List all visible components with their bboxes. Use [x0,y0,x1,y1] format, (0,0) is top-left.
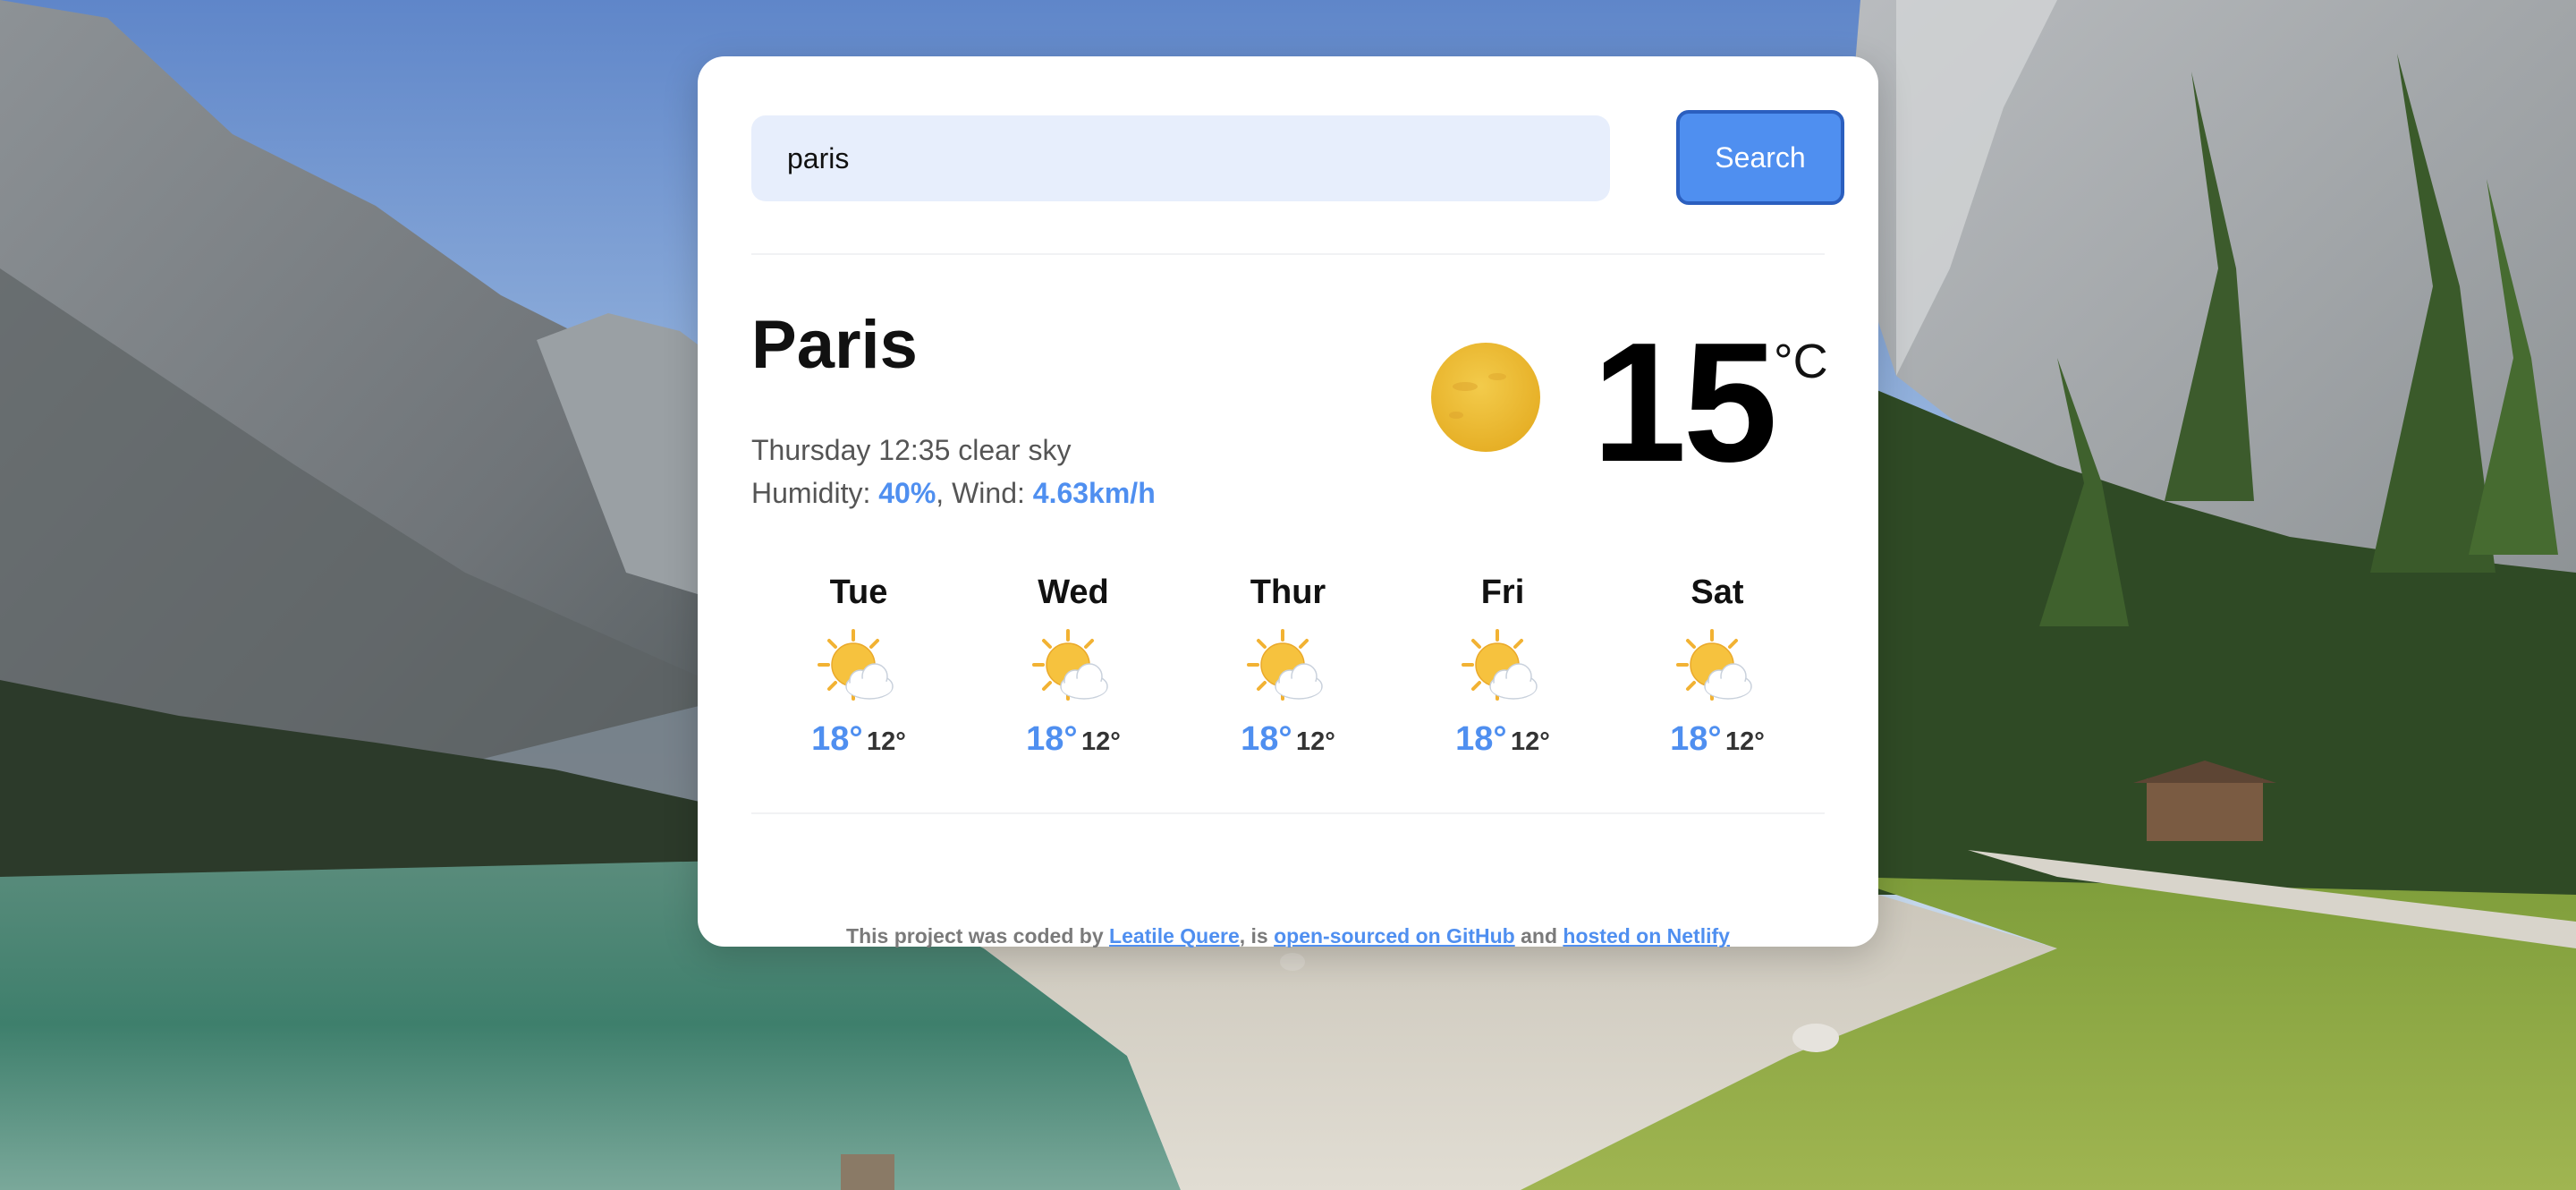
date-condition-line: Thursday 12:35 clear sky [751,429,1156,472]
search-input[interactable] [751,115,1610,201]
footer-middle2: and [1521,924,1557,948]
author-link[interactable]: Leatile Quere [1109,924,1240,948]
forecast-day: Sat 18° 12° [1610,575,1825,756]
forecast-min: 12° [1296,727,1335,756]
forecast-max: 18° [1670,720,1722,758]
condition: clear sky [958,434,1072,466]
divider-bottom [751,812,1825,814]
wind-value: 4.63km/h [1032,477,1156,509]
sun-cloud-icon [816,627,902,713]
temperature-unit: °C [1774,335,1828,388]
forecast-max: 18° [811,720,863,758]
forecast-day-name: Tue [829,574,888,611]
sun-icon [1429,341,1542,454]
weather-card: Search Paris Thursday 12:35 clear sky Hu… [698,56,1878,948]
forecast-temps: 18° 12° [751,722,966,756]
forecast-day-name: Thur [1250,574,1326,611]
forecast-day-name: Wed [1038,574,1109,611]
forecast-day: Tue 18° 12° [751,575,966,756]
search-form: Search [751,110,1844,205]
forecast-temps: 18° 12° [1181,722,1395,756]
forecast-day-name: Fri [1480,574,1525,611]
search-button[interactable]: Search [1676,110,1844,205]
footer-credit: This project was coded by Leatile Quere,… [751,924,1825,948]
sun-cloud-icon [1674,627,1760,713]
humidity-value: 40% [878,477,936,509]
current-temperature: 15 [1592,308,1777,497]
sun-cloud-icon [1245,627,1331,713]
forecast-day: Thur 18° 12° [1181,575,1395,756]
forecast-min: 12° [1725,727,1765,756]
forecast-min: 12° [867,727,906,756]
forecast-row: Tue 18° 12° Wed 18° 12° Thur 18° 12° Fri… [751,575,1825,826]
forecast-temps: 18° 12° [1395,722,1610,756]
humidity-label: Humidity: [751,477,871,509]
forecast-min: 12° [1081,727,1121,756]
netlify-link[interactable]: hosted on Netlify [1563,924,1730,948]
day-time: Thursday 12:35 [751,434,951,466]
forecast-day: Fri 18° 12° [1395,575,1610,756]
forecast-max: 18° [1241,720,1292,758]
divider-top [751,253,1825,255]
current-details: Thursday 12:35 clear sky Humidity: 40%, … [751,429,1156,514]
city-name: Paris [751,307,918,383]
footer-middle1: , is [1239,924,1268,948]
separator-comma: , [936,477,945,509]
github-link[interactable]: open-sourced on GitHub [1274,924,1515,948]
wind-label: Wind: [952,477,1025,509]
humidity-wind-line: Humidity: 40%, Wind: 4.63km/h [751,472,1156,514]
sun-cloud-icon [1030,627,1116,713]
forecast-max: 18° [1455,720,1507,758]
forecast-day-name: Sat [1690,574,1744,611]
forecast-day: Wed 18° 12° [966,575,1181,756]
forecast-max: 18° [1026,720,1078,758]
footer-prefix: This project was coded by [846,924,1104,948]
sun-cloud-icon [1460,627,1546,713]
forecast-temps: 18° 12° [1610,722,1825,756]
forecast-min: 12° [1511,727,1550,756]
forecast-temps: 18° 12° [966,722,1181,756]
